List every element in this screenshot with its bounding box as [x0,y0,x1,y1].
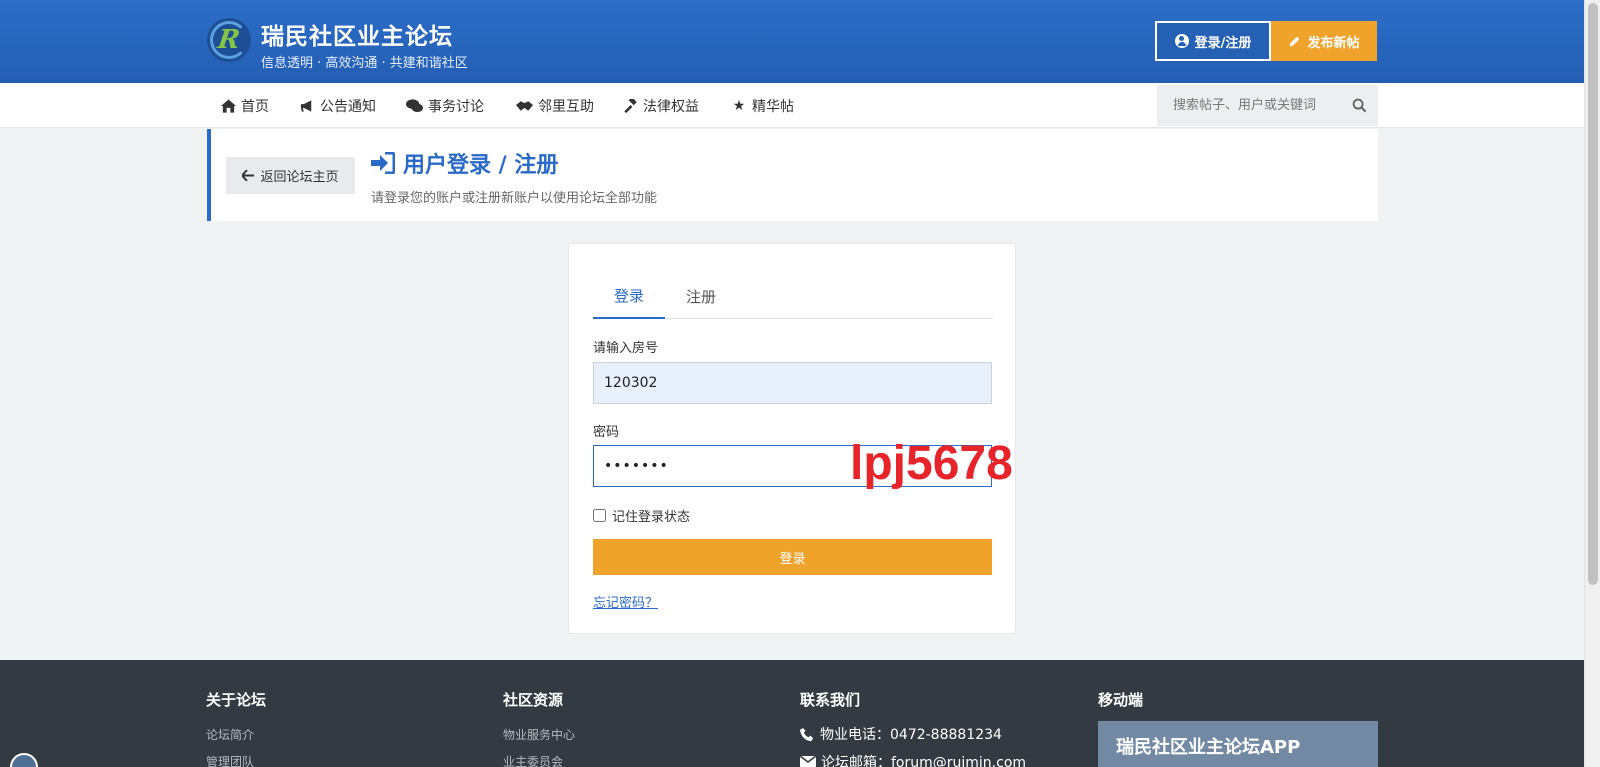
nav-item-label: 公告通知 [320,99,376,115]
nav-item-mutual-help[interactable]: 邻里互助 [516,96,594,116]
footer-phone-text: 物业电话：0472-88881234 [820,727,1002,743]
footer-phone: 物业电话：0472-88881234 [800,724,1002,744]
login-register-label: 登录/注册 [1194,35,1252,51]
site-header: R 瑞民社区业主论坛 信息透明 · 高效沟通 · 共建和谐社区 登录/注册 发布… [0,0,1584,83]
vertical-scrollbar[interactable] [1584,0,1600,767]
star-icon: ★ [732,98,746,114]
page-header: 返回论坛主页 用户登录 / 注册 请登录您的账户或注册新账户以使用论坛全部功能 [207,129,1378,221]
footer-link-owners-committee[interactable]: 业主委员会 [503,753,563,767]
floating-circle-icon[interactable] [10,753,38,767]
footer-email: 论坛邮箱：forum@ruimin.com [800,752,1026,767]
login-submit-button[interactable]: 登录 [593,539,992,575]
search-icon[interactable] [1352,98,1367,113]
nav-item-label: 首页 [241,99,269,115]
nav-item-label: 精华帖 [752,99,794,115]
nav-item-label: 法律权益 [643,99,699,115]
nav-item-legal-rights[interactable]: 法律权益 [624,96,699,116]
megaphone-icon [300,100,312,112]
login-card: 登录 注册 请输入房号 密码 记住登录状态 登录 忘记密码？ [568,243,1016,634]
remember-me[interactable]: 记住登录状态 [593,506,690,525]
envelope-icon [800,756,816,767]
password-label: 密码 [593,425,620,440]
forgot-password-link[interactable]: 忘记密码？ [593,592,658,611]
tab-login[interactable]: 登录 [593,274,665,319]
site-subtitle: 信息透明 · 高效沟通 · 共建和谐社区 [261,56,468,71]
footer-mobile-title: 移动端 [1098,691,1144,709]
nav-item-featured[interactable]: ★ 精华帖 [731,96,794,116]
footer-link-property-service[interactable]: 物业服务中心 [503,726,575,743]
nav-item-discussions[interactable]: 事务讨论 [406,96,484,116]
main-nav: 首页 公告通知 事务讨论 邻里互助 法律权益 ★ 精华帖 [0,83,1584,128]
nav-item-label: 事务讨论 [428,99,484,115]
back-button-label: 返回论坛主页 [260,170,339,185]
search-input[interactable] [1157,85,1347,126]
user-circle-icon [1174,34,1189,48]
site-title[interactable]: 瑞民社区业主论坛 [261,17,453,51]
remember-me-label: 记住登录状态 [612,510,691,525]
room-number-input[interactable] [593,362,992,404]
back-to-home-button[interactable]: 返回论坛主页 [226,157,355,194]
tab-register[interactable]: 注册 [665,274,737,319]
page-title-text: 用户登录 / 注册 [403,153,559,178]
home-icon [221,99,236,113]
comments-icon [406,99,423,113]
logo-letter: R [216,25,242,55]
remember-me-checkbox[interactable] [593,509,606,522]
app-promo-box[interactable]: 瑞民社区业主论坛APP [1098,721,1378,767]
footer-resources-title: 社区资源 [503,691,564,709]
footer-link-team[interactable]: 管理团队 [206,753,254,767]
nav-item-announcements[interactable]: 公告通知 [300,96,376,116]
scrollbar-thumb[interactable] [1588,3,1598,585]
footer-link-intro[interactable]: 论坛简介 [206,726,254,743]
site-logo[interactable]: R [207,18,251,62]
nav-item-home[interactable]: 首页 [221,96,269,116]
phone-icon [800,727,814,741]
footer-about-title: 关于论坛 [206,691,267,709]
gavel-icon [624,99,637,113]
pencil-icon [1290,36,1300,46]
room-number-label: 请输入房号 [593,341,659,356]
site-footer: 关于论坛 论坛简介 管理团队 社区资源 物业服务中心 业主委员会 联系我们 物业… [0,660,1584,767]
new-post-label: 发布新帖 [1307,35,1360,51]
sign-in-icon [371,152,395,174]
auth-tabs: 登录 注册 [593,274,993,319]
arrow-left-icon [242,170,255,181]
handshake-icon [516,101,533,111]
nav-item-label: 邻里互助 [538,99,594,115]
footer-email-text: 论坛邮箱：forum@ruimin.com [821,755,1027,767]
login-register-button[interactable]: 登录/注册 [1155,21,1271,61]
app-name: 瑞民社区业主论坛APP [1116,737,1301,758]
new-post-button[interactable]: 发布新帖 [1271,21,1377,61]
page-title: 用户登录 / 注册 [371,147,558,179]
page-subtitle: 请登录您的账户或注册新账户以使用论坛全部功能 [371,191,658,206]
footer-contact-title: 联系我们 [800,691,861,709]
search-box [1157,85,1378,126]
password-input[interactable] [593,445,992,487]
